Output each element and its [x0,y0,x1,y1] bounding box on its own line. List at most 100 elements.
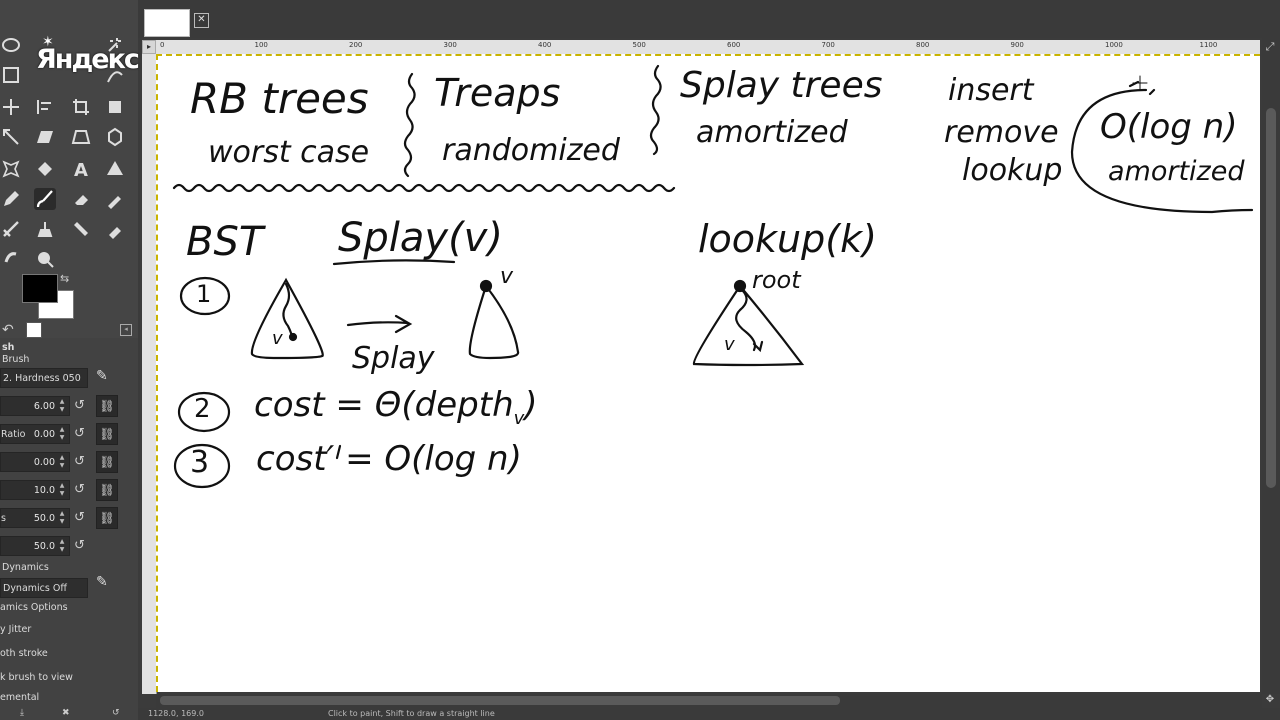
clone-tool-icon[interactable] [34,218,56,240]
ruler-tick-label: 400 [538,41,552,49]
reset-angle-icon[interactable]: ↺ [74,454,85,469]
status-bar: 1128.0, 169.0 Click to paint, Shift to d… [138,708,1280,720]
ellipse-select-icon[interactable] [0,34,22,56]
step-3-number: 3 [190,445,210,480]
aspect-ratio-slider[interactable]: Ratio 0.00 ▲ ▼ [0,424,70,444]
close-tab-icon[interactable]: ✕ [194,13,209,28]
step-1-number: 1 [196,280,212,308]
color-select-icon[interactable] [0,64,22,86]
lookup-path [735,288,764,353]
perspective-clone-icon[interactable] [104,218,126,240]
move-tool-icon[interactable] [0,96,22,118]
bst-label: BST [186,219,264,265]
panel-menu-icon[interactable]: ◂ [120,324,132,336]
crop-tool-icon[interactable] [70,96,92,118]
ruler-tick-label: 500 [632,41,646,49]
worst-case-label: worst case [208,135,370,170]
panel-bottom-buttons: ⤓ ✖ ↺ [0,708,138,720]
amortized-label-right: amortized [1108,156,1245,187]
vertical-scrollbar[interactable] [1262,38,1280,694]
eraser-tool-icon[interactable] [70,188,92,210]
lock-brush-checkbox[interactable]: k brush to view [0,672,73,683]
smudge-tool-icon[interactable] [0,248,22,270]
bucket-fill-icon[interactable] [34,158,56,180]
image-tab-thumbnail[interactable] [144,9,190,37]
unified-transform-icon[interactable] [104,126,126,148]
link-hardness-icon[interactable]: ⛓ [96,507,118,529]
reset-options-icon[interactable]: ↺ [112,708,120,718]
tool-options-panel: sh Brush 2. Hardness 050 ✎ 6.00 ▲ ▼ ↺ ⛓ Ra… [0,338,138,720]
delete-options-icon[interactable]: ✖ [62,708,70,718]
splayed-triangle [468,283,520,360]
dodge-burn-icon[interactable] [34,248,56,270]
blend-tool-icon[interactable] [104,158,126,180]
link-spacing-icon[interactable]: ⛓ [96,479,118,501]
airbrush-tool-icon[interactable] [104,188,126,210]
ruler-tick-label: 600 [727,41,741,49]
insert-label: insert [948,73,1034,108]
paintbrush-tool-icon[interactable] [34,188,56,210]
splay-v-label: Splay(v) [338,215,503,261]
angle-slider[interactable]: 0.00 ▲ ▼ [0,452,70,472]
horizontal-scrollbar[interactable] [156,694,1262,708]
link-size-icon[interactable]: ⛓ [96,395,118,417]
circle-tail [1128,80,1156,96]
reset-size-icon[interactable]: ↺ [74,398,85,413]
ruler-tick-label: 1100 [1199,41,1218,49]
vertical-ruler[interactable] [142,54,157,694]
link-ratio-icon[interactable]: ⛓ [96,423,118,445]
cage-transform-icon[interactable] [0,158,22,180]
default-colors-swatch[interactable] [26,322,42,338]
swap-colors-icon[interactable]: ⇆ [60,272,69,285]
splay-trees-heading: Splay trees [680,65,883,106]
pointer-coordinates: 1128.0, 169.0 [148,709,204,718]
scale-tool-icon[interactable] [0,126,22,148]
step-2-number: 2 [194,394,211,424]
heal-tool-icon[interactable] [70,218,92,240]
edit-dynamics-icon[interactable]: ✎ [96,574,108,590]
text-tool-icon[interactable]: A [70,158,92,180]
quick-mask-toggle[interactable]: ▸ [142,40,156,54]
lookup-triangle [692,284,805,367]
reset-ratio-icon[interactable]: ↺ [74,426,85,441]
reset-spacing-icon[interactable]: ↺ [74,482,85,497]
ruler-tick-label: 900 [1010,41,1024,49]
shear-tool-icon[interactable] [34,126,56,148]
navigate-icon[interactable]: ✥ [1263,694,1277,708]
force-slider[interactable]: 50.0 ▲ ▼ [0,536,70,556]
apply-jitter-checkbox[interactable]: y Jitter [0,624,31,635]
cost-depth-equation: cost = Θ(depthv) [254,385,538,429]
randomized-label: randomized [442,133,620,168]
reset-force-icon[interactable]: ↺ [74,538,85,553]
link-angle-icon[interactable]: ⛓ [96,451,118,473]
zoom-toggle-icon[interactable]: ⤢ [1263,40,1277,54]
brace-divider-1 [403,72,416,178]
vertical-scroll-thumb[interactable] [1266,108,1276,488]
splayed-root-v [479,279,493,293]
cursor-crosshair [1132,75,1148,91]
horizontal-scroll-thumb[interactable] [160,696,840,705]
reset-hardness-icon[interactable]: ↺ [74,510,85,525]
wavy-underline [172,183,676,193]
spacing-slider[interactable]: 10.0 ▲ ▼ [0,480,70,500]
complexity-label: O(log n) [1100,107,1238,147]
horizontal-ruler[interactable]: 0 100 200 300 400 500 600 700 800 900 1000 1100 [156,40,1260,55]
ink-tool-icon[interactable] [0,218,22,240]
pencil-tool-icon[interactable] [0,188,22,210]
rotate-tool-icon[interactable] [104,96,126,118]
save-options-icon[interactable]: ⤓ [20,708,24,718]
align-tool-icon[interactable] [34,96,56,118]
edit-brush-icon[interactable]: ✎ [96,368,108,384]
node-v-label-right: v [500,264,514,289]
dynamics-select[interactable]: Dynamics Off [0,578,88,598]
smooth-stroke-checkbox[interactable]: oth stroke [0,648,48,659]
size-slider[interactable]: 6.00 ▲ ▼ [0,396,70,416]
incremental-checkbox[interactable]: emental [0,692,39,703]
brush-select[interactable]: 2. Hardness 050 [0,368,88,388]
perspective-tool-icon[interactable] [70,126,92,148]
dynamics-options-expander[interactable]: amics Options [0,602,68,613]
reset-colors-icon[interactable]: ↶ [2,322,14,338]
foreground-color-swatch[interactable] [22,274,58,303]
drawing-canvas[interactable]: RB trees worst case Treaps randomized Sp… [156,54,1260,692]
hardness-slider[interactable]: s 50.0 ▲ ▼ [0,508,70,528]
